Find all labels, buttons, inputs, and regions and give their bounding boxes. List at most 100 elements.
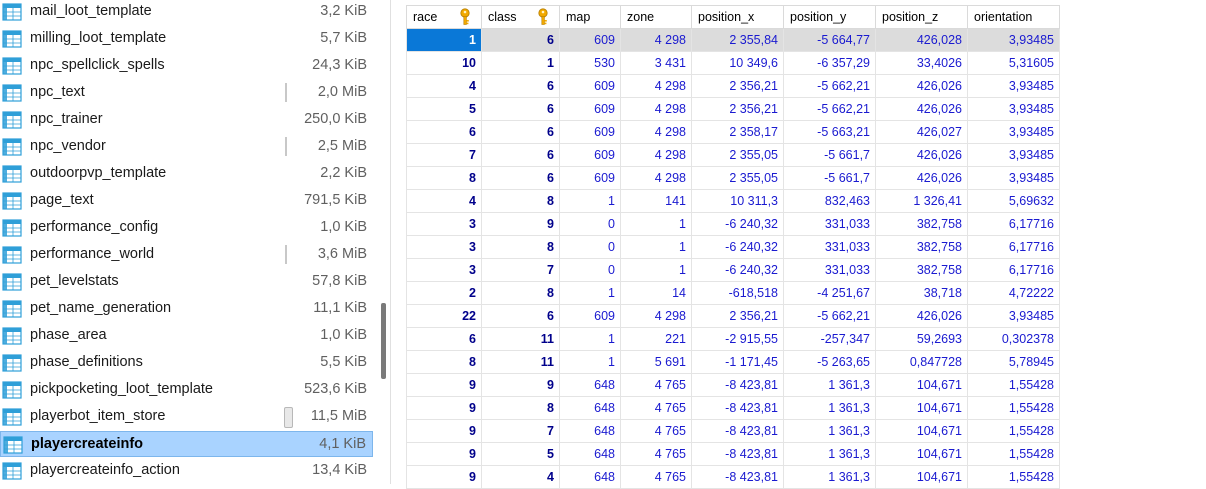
cell-class[interactable]: 6: [481, 97, 560, 121]
column-header-map[interactable]: map: [559, 5, 621, 29]
cell-position-y[interactable]: 1 361,3: [783, 419, 876, 443]
column-header-position-y[interactable]: position_y: [783, 5, 876, 29]
cell-class[interactable]: 6: [481, 74, 560, 98]
cell-race[interactable]: 4: [406, 74, 482, 98]
cell-map[interactable]: 1: [559, 189, 621, 213]
cell-position-y[interactable]: 1 361,3: [783, 396, 876, 420]
cell-position-x[interactable]: 2 358,17: [691, 120, 784, 144]
cell-orientation[interactable]: 5,78945: [967, 350, 1060, 374]
table-item-milling-loot-template[interactable]: milling_loot_template 5,7 KiB: [0, 26, 373, 52]
cell-position-x[interactable]: -6 240,32: [691, 235, 784, 259]
table-row[interactable]: 1 6 609 4 298 2 355,84 -5 664,77 426,028 3,9348…: [406, 28, 1060, 52]
table-row[interactable]: 9 9 648 4 765 -8 423,81 1 361,3 104,671 1,55428: [406, 373, 1060, 397]
cell-map[interactable]: 609: [559, 166, 621, 190]
cell-orientation[interactable]: 5,31605: [967, 51, 1060, 75]
table-item-pet-levelstats[interactable]: pet_levelstats 57,8 KiB: [0, 269, 373, 295]
table-row[interactable]: 9 5 648 4 765 -8 423,81 1 361,3 104,671 1,55428: [406, 442, 1060, 466]
cell-position-y[interactable]: 1 361,3: [783, 465, 876, 489]
column-header-zone[interactable]: zone: [620, 5, 692, 29]
cell-map[interactable]: 609: [559, 304, 621, 328]
cell-position-z[interactable]: 426,028: [875, 28, 968, 52]
column-header-position-z[interactable]: position_z: [875, 5, 968, 29]
cell-orientation[interactable]: 6,17716: [967, 235, 1060, 259]
cell-map[interactable]: 1: [559, 350, 621, 374]
cell-zone[interactable]: 4 298: [620, 143, 692, 167]
cell-position-y[interactable]: -5 664,77: [783, 28, 876, 52]
cell-race[interactable]: 8: [406, 166, 482, 190]
cell-position-y[interactable]: 832,463: [783, 189, 876, 213]
cell-class[interactable]: 8: [481, 189, 560, 213]
table-row[interactable]: 9 4 648 4 765 -8 423,81 1 361,3 104,671 1,55428: [406, 465, 1060, 489]
cell-orientation[interactable]: 3,93485: [967, 166, 1060, 190]
cell-position-x[interactable]: 10 311,3: [691, 189, 784, 213]
cell-race[interactable]: 6: [406, 327, 482, 351]
cell-map[interactable]: 0: [559, 235, 621, 259]
cell-position-z[interactable]: 382,758: [875, 258, 968, 282]
cell-position-x[interactable]: -2 915,55: [691, 327, 784, 351]
cell-position-z[interactable]: 426,026: [875, 97, 968, 121]
cell-zone[interactable]: 4 765: [620, 442, 692, 466]
cell-zone[interactable]: 4 298: [620, 28, 692, 52]
cell-position-y[interactable]: -5 661,7: [783, 166, 876, 190]
table-item-pickpocketing-loot-template[interactable]: pickpocketing_loot_template 523,6 KiB: [0, 377, 373, 403]
cell-zone[interactable]: 1: [620, 212, 692, 236]
cell-position-x[interactable]: 2 356,21: [691, 74, 784, 98]
cell-class[interactable]: 11: [481, 350, 560, 374]
cell-position-x[interactable]: -8 423,81: [691, 442, 784, 466]
cell-class[interactable]: 8: [481, 281, 560, 305]
cell-orientation[interactable]: 6,17716: [967, 258, 1060, 282]
cell-race[interactable]: 5: [406, 97, 482, 121]
cell-zone[interactable]: 4 765: [620, 396, 692, 420]
table-item-performance-world[interactable]: performance_world 3,6 MiB: [0, 242, 373, 268]
cell-zone[interactable]: 4 765: [620, 419, 692, 443]
column-header-race[interactable]: race: [406, 5, 482, 29]
table-row[interactable]: 3 7 0 1 -6 240,32 331,033 382,758 6,17716: [406, 258, 1060, 282]
cell-map[interactable]: 648: [559, 442, 621, 466]
cell-position-z[interactable]: 104,671: [875, 419, 968, 443]
cell-position-z[interactable]: 104,671: [875, 465, 968, 489]
cell-position-y[interactable]: 1 361,3: [783, 373, 876, 397]
cell-position-z[interactable]: 38,718: [875, 281, 968, 305]
cell-map[interactable]: 609: [559, 28, 621, 52]
table-item-npc-spellclick-spells[interactable]: npc_spellclick_spells 24,3 KiB: [0, 53, 373, 79]
cell-race[interactable]: 9: [406, 442, 482, 466]
table-item-npc-text[interactable]: npc_text 2,0 MiB: [0, 80, 373, 106]
cell-zone[interactable]: 14: [620, 281, 692, 305]
cell-orientation[interactable]: 1,55428: [967, 465, 1060, 489]
cell-position-y[interactable]: -5 662,21: [783, 97, 876, 121]
table-list[interactable]: mail_loot_template 3,2 KiB milling_loot_t…: [0, 0, 378, 484]
cell-position-x[interactable]: -8 423,81: [691, 419, 784, 443]
cell-position-y[interactable]: -6 357,29: [783, 51, 876, 75]
table-item-npc-trainer[interactable]: npc_trainer 250,0 KiB: [0, 107, 373, 133]
cell-orientation[interactable]: 1,55428: [967, 396, 1060, 420]
cell-position-y[interactable]: -4 251,67: [783, 281, 876, 305]
cell-map[interactable]: 648: [559, 396, 621, 420]
cell-position-z[interactable]: 426,026: [875, 74, 968, 98]
table-row[interactable]: 4 8 1 141 10 311,3 832,463 1 326,41 5,69632: [406, 189, 1060, 213]
cell-class[interactable]: 7: [481, 419, 560, 443]
cell-orientation[interactable]: 3,93485: [967, 120, 1060, 144]
cell-position-z[interactable]: 426,026: [875, 143, 968, 167]
cell-position-z[interactable]: 382,758: [875, 235, 968, 259]
cell-race[interactable]: 8: [406, 350, 482, 374]
cell-race[interactable]: 9: [406, 373, 482, 397]
table-item-playercreateinfo-action[interactable]: playercreateinfo_action 13,4 KiB: [0, 458, 373, 484]
cell-race[interactable]: 9: [406, 396, 482, 420]
cell-race[interactable]: 3: [406, 258, 482, 282]
table-row[interactable]: 2 8 1 14 -618,518 -4 251,67 38,718 4,72222: [406, 281, 1060, 305]
cell-map[interactable]: 0: [559, 258, 621, 282]
cell-orientation[interactable]: 3,93485: [967, 74, 1060, 98]
table-row[interactable]: 9 7 648 4 765 -8 423,81 1 361,3 104,671 1,55428: [406, 419, 1060, 443]
table-row[interactable]: 4 6 609 4 298 2 356,21 -5 662,21 426,026 3,9348…: [406, 74, 1060, 98]
cell-position-x[interactable]: 2 355,84: [691, 28, 784, 52]
cell-position-z[interactable]: 59,2693: [875, 327, 968, 351]
cell-map[interactable]: 1: [559, 327, 621, 351]
cell-zone[interactable]: 4 298: [620, 97, 692, 121]
cell-map[interactable]: 0: [559, 212, 621, 236]
cell-orientation[interactable]: 0,302378: [967, 327, 1060, 351]
pane-divider[interactable]: [390, 0, 391, 484]
cell-position-x[interactable]: 2 355,05: [691, 143, 784, 167]
cell-position-z[interactable]: 104,671: [875, 442, 968, 466]
cell-map[interactable]: 648: [559, 373, 621, 397]
cell-position-z[interactable]: 426,026: [875, 166, 968, 190]
